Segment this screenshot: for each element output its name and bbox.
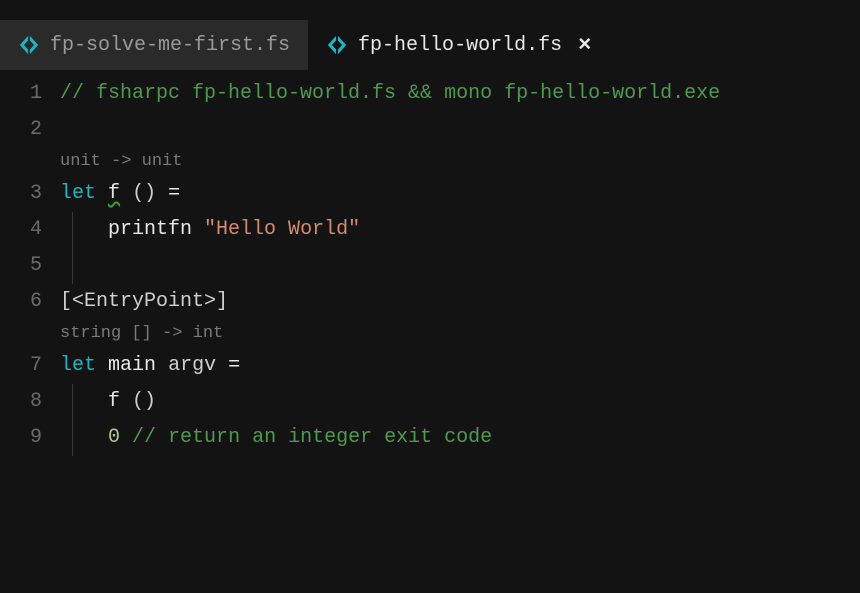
parameter: argv [168, 354, 216, 377]
line-number [0, 148, 42, 176]
function-call: f [108, 390, 120, 413]
line-number: 7 [0, 348, 42, 384]
attribute: [<EntryPoint>] [60, 290, 228, 313]
code-content[interactable]: // fsharpc fp-hello-world.fs && mono fp-… [60, 76, 860, 456]
fsharp-file-icon [18, 34, 40, 56]
comment: // fsharpc fp-hello-world.fs && mono fp-… [60, 82, 720, 105]
line-number: 9 [0, 420, 42, 456]
line-number: 3 [0, 176, 42, 212]
comment: // return an integer exit code [132, 426, 492, 449]
code-line: // fsharpc fp-hello-world.fs && mono fp-… [60, 76, 860, 112]
line-number: 6 [0, 284, 42, 320]
code-line: let main argv = [60, 348, 860, 384]
indent-guide [72, 384, 73, 420]
equals: = [228, 354, 240, 377]
tab-label: fp-solve-me-first.fs [50, 34, 290, 57]
type-hint: unit -> unit [60, 148, 860, 176]
unit-literal: () [132, 182, 156, 205]
code-line: f () [60, 384, 860, 420]
keyword-let: let [60, 354, 96, 377]
indent-guide [72, 248, 73, 284]
indent-guide [72, 212, 73, 248]
line-number: 5 [0, 248, 42, 284]
line-number: 4 [0, 212, 42, 248]
code-line: let f () = [60, 176, 860, 212]
line-number: 8 [0, 384, 42, 420]
code-line: [<EntryPoint>] [60, 284, 860, 320]
close-icon[interactable]: × [578, 33, 591, 58]
line-number: 1 [0, 76, 42, 112]
indent-guide [72, 420, 73, 456]
tab-bar: fp-solve-me-first.fs fp-hello-world.fs × [0, 20, 860, 70]
function-name: main [108, 354, 156, 377]
line-number [0, 320, 42, 348]
equals: = [168, 182, 180, 205]
function-name: f [108, 182, 120, 205]
function-call: printfn [108, 218, 192, 241]
unit-literal: () [132, 390, 156, 413]
code-line [60, 248, 860, 284]
fsharp-file-icon [326, 34, 348, 56]
line-number-gutter: 1 2 3 4 5 6 7 8 9 [0, 76, 60, 456]
code-editor[interactable]: 1 2 3 4 5 6 7 8 9 // fsharpc fp-hello-wo… [0, 70, 860, 456]
code-line: 0 // return an integer exit code [60, 420, 860, 456]
string-literal: "Hello World" [204, 218, 360, 241]
code-line [60, 112, 860, 148]
keyword-let: let [60, 182, 96, 205]
tab-fp-solve-me-first[interactable]: fp-solve-me-first.fs [0, 20, 308, 70]
number-literal: 0 [108, 426, 120, 449]
type-hint: string [] -> int [60, 320, 860, 348]
line-number: 2 [0, 112, 42, 148]
code-line: printfn "Hello World" [60, 212, 860, 248]
tab-label: fp-hello-world.fs [358, 34, 562, 57]
tab-fp-hello-world[interactable]: fp-hello-world.fs × [308, 20, 609, 70]
